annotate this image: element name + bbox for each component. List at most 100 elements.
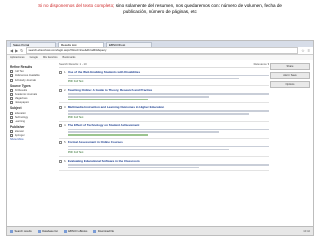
checkbox[interactable] bbox=[10, 88, 13, 92]
result-title-link[interactable]: Use of the Web Enabling Students with Di… bbox=[68, 70, 269, 74]
result-title-link[interactable]: Formal Assessment in Online Courses bbox=[68, 140, 269, 144]
result-number: 2. bbox=[64, 87, 67, 92]
result-body: Evaluating Educational Software in the C… bbox=[67, 159, 269, 169]
filter-label: All Results bbox=[14, 88, 28, 92]
result-title-link[interactable]: The Effect of Technology on Student Achi… bbox=[68, 123, 269, 127]
checkbox[interactable] bbox=[10, 134, 13, 138]
show-more-link[interactable]: Show More bbox=[10, 138, 54, 141]
window-icon bbox=[63, 229, 67, 233]
sidebar-section-title: Publisher bbox=[10, 124, 25, 129]
checkbox[interactable] bbox=[10, 119, 13, 123]
page-content: Refine Results Full Text References Avai… bbox=[7, 60, 313, 227]
result-number: 3. bbox=[64, 104, 67, 109]
checkbox[interactable] bbox=[10, 130, 13, 134]
filter-label: Springer bbox=[14, 134, 25, 138]
filter-option[interactable]: Education bbox=[10, 111, 54, 115]
result-item: 5. Formal Assessment in Online Courses P… bbox=[59, 139, 269, 158]
filter-option[interactable]: Full Text bbox=[10, 70, 54, 74]
browser-window: Sales Portal Results List EBSCOhost ◀ ▶ … bbox=[6, 40, 314, 236]
result-body: Multimedia Instruction and Learning Outc… bbox=[67, 105, 269, 119]
result-title-link[interactable]: Multimedia Instruction and Learning Outc… bbox=[68, 105, 269, 109]
select-checkbox[interactable] bbox=[59, 70, 62, 74]
results-list: Search Results: 1 - 10 Relevance ▾ 1. Us… bbox=[59, 62, 269, 227]
result-item: 6. Evaluating Educational Software in th… bbox=[59, 157, 269, 172]
checkbox[interactable] bbox=[10, 70, 13, 74]
checkbox[interactable] bbox=[10, 111, 13, 115]
checkbox[interactable] bbox=[10, 78, 13, 82]
checkbox[interactable] bbox=[10, 97, 13, 101]
tools-column: Share Alert / Save Options bbox=[270, 63, 310, 90]
forward-icon[interactable]: ▶ bbox=[15, 48, 18, 53]
taskbar-item[interactable]: Download file bbox=[93, 229, 114, 233]
filter-option[interactable]: Elsevier bbox=[10, 130, 54, 134]
sidebar-section-title: Subject bbox=[10, 106, 22, 111]
reload-icon[interactable]: ↻ bbox=[20, 48, 23, 53]
result-subjects bbox=[67, 134, 149, 136]
address-bar: ◀ ▶ ↻ search.ebscohost.com/login.aspx?di… bbox=[7, 47, 313, 55]
select-checkbox[interactable] bbox=[59, 141, 62, 145]
result-subjects bbox=[67, 98, 149, 101]
caption-text-2: publicación, número de páginas, etc bbox=[123, 9, 197, 14]
full-text-link[interactable]: PDF Full Text bbox=[68, 80, 269, 83]
result-meta bbox=[67, 95, 209, 98]
instruction-caption: Si no disponemos del texto completo; sin… bbox=[0, 3, 320, 15]
alert-save-button[interactable]: Alert / Save bbox=[270, 72, 310, 79]
filter-label: Full Text bbox=[14, 70, 25, 74]
taskbar-label: Database list bbox=[42, 229, 58, 233]
checkbox[interactable] bbox=[10, 101, 13, 105]
bookmark-item[interactable]: Mis favoritos bbox=[43, 56, 58, 59]
bookmark-item[interactable]: Bookmarks bbox=[63, 56, 76, 59]
url-input[interactable]: search.ebscohost.com/login.aspx?direct=t… bbox=[25, 47, 299, 54]
full-text-link[interactable]: PDF Full Text bbox=[68, 151, 269, 154]
result-meta bbox=[67, 113, 249, 115]
select-checkbox[interactable] bbox=[59, 159, 62, 163]
filter-option[interactable]: Academic Journals bbox=[10, 92, 54, 96]
full-text-link[interactable]: PDF Full Text bbox=[68, 116, 269, 119]
filter-option[interactable]: Magazines bbox=[10, 97, 54, 101]
result-item: 3. Multimedia Instruction and Learning O… bbox=[59, 103, 269, 122]
result-item: 2. Teaching Online: A Guide to Theory, R… bbox=[59, 86, 269, 104]
filter-option[interactable]: Scholarly Journals bbox=[10, 78, 54, 82]
select-checkbox[interactable] bbox=[59, 124, 62, 128]
filter-label: Technology bbox=[14, 115, 29, 119]
sort-dropdown[interactable]: Relevance ▾ bbox=[254, 62, 269, 66]
options-button[interactable]: Options bbox=[270, 81, 310, 88]
checkbox[interactable] bbox=[10, 92, 13, 96]
result-meta bbox=[67, 148, 229, 151]
filter-option[interactable]: Springer bbox=[10, 134, 54, 138]
result-body: Formal Assessment in Online Courses PDF … bbox=[67, 140, 269, 154]
result-title-link[interactable]: Evaluating Educational Software in the C… bbox=[68, 159, 269, 163]
filter-option[interactable]: References Available bbox=[10, 74, 54, 78]
checkbox[interactable] bbox=[10, 74, 13, 78]
star-icon[interactable]: ☆ bbox=[301, 48, 305, 53]
taskbar-item[interactable]: Search results bbox=[10, 229, 32, 233]
filter-option[interactable]: Newspapers bbox=[10, 101, 54, 105]
result-number: 6. bbox=[64, 158, 67, 163]
browser-tab[interactable]: EBSCOhost bbox=[106, 41, 152, 47]
taskbar-item[interactable]: EBSCO eBooks bbox=[63, 229, 87, 233]
caption-highlight: Si no disponemos del texto completo; bbox=[38, 3, 115, 8]
filter-option[interactable]: Technology bbox=[10, 115, 54, 119]
browser-tab-active[interactable]: Results List bbox=[58, 41, 104, 47]
result-meta bbox=[67, 74, 269, 77]
filter-option[interactable]: All Results bbox=[10, 88, 54, 92]
filter-label: Education bbox=[14, 111, 27, 115]
back-icon[interactable]: ◀ bbox=[10, 48, 13, 53]
bookmark-item[interactable]: Aplicaciones bbox=[10, 56, 25, 59]
select-checkbox[interactable] bbox=[59, 105, 62, 109]
taskbar-item[interactable]: Database list bbox=[37, 229, 58, 233]
result-title-link[interactable]: Teaching Online: A Guide to Theory, Rese… bbox=[68, 88, 269, 92]
result-number: 4. bbox=[64, 123, 67, 128]
filter-label: Learning bbox=[14, 119, 25, 123]
browser-tab[interactable]: Sales Portal bbox=[10, 41, 56, 47]
taskbar-label: Download file bbox=[97, 229, 114, 233]
share-button[interactable]: Share bbox=[270, 63, 310, 70]
menu-icon[interactable]: ≡ bbox=[308, 48, 310, 53]
taskbar: Search results Database list EBSCO eBook… bbox=[7, 226, 313, 235]
select-checkbox[interactable] bbox=[59, 88, 62, 92]
checkbox[interactable] bbox=[10, 115, 13, 119]
bookmark-item[interactable]: Google bbox=[30, 56, 38, 59]
filter-option[interactable]: Learning bbox=[10, 119, 54, 123]
result-number: 1. bbox=[64, 69, 67, 74]
window-icon bbox=[10, 229, 13, 233]
